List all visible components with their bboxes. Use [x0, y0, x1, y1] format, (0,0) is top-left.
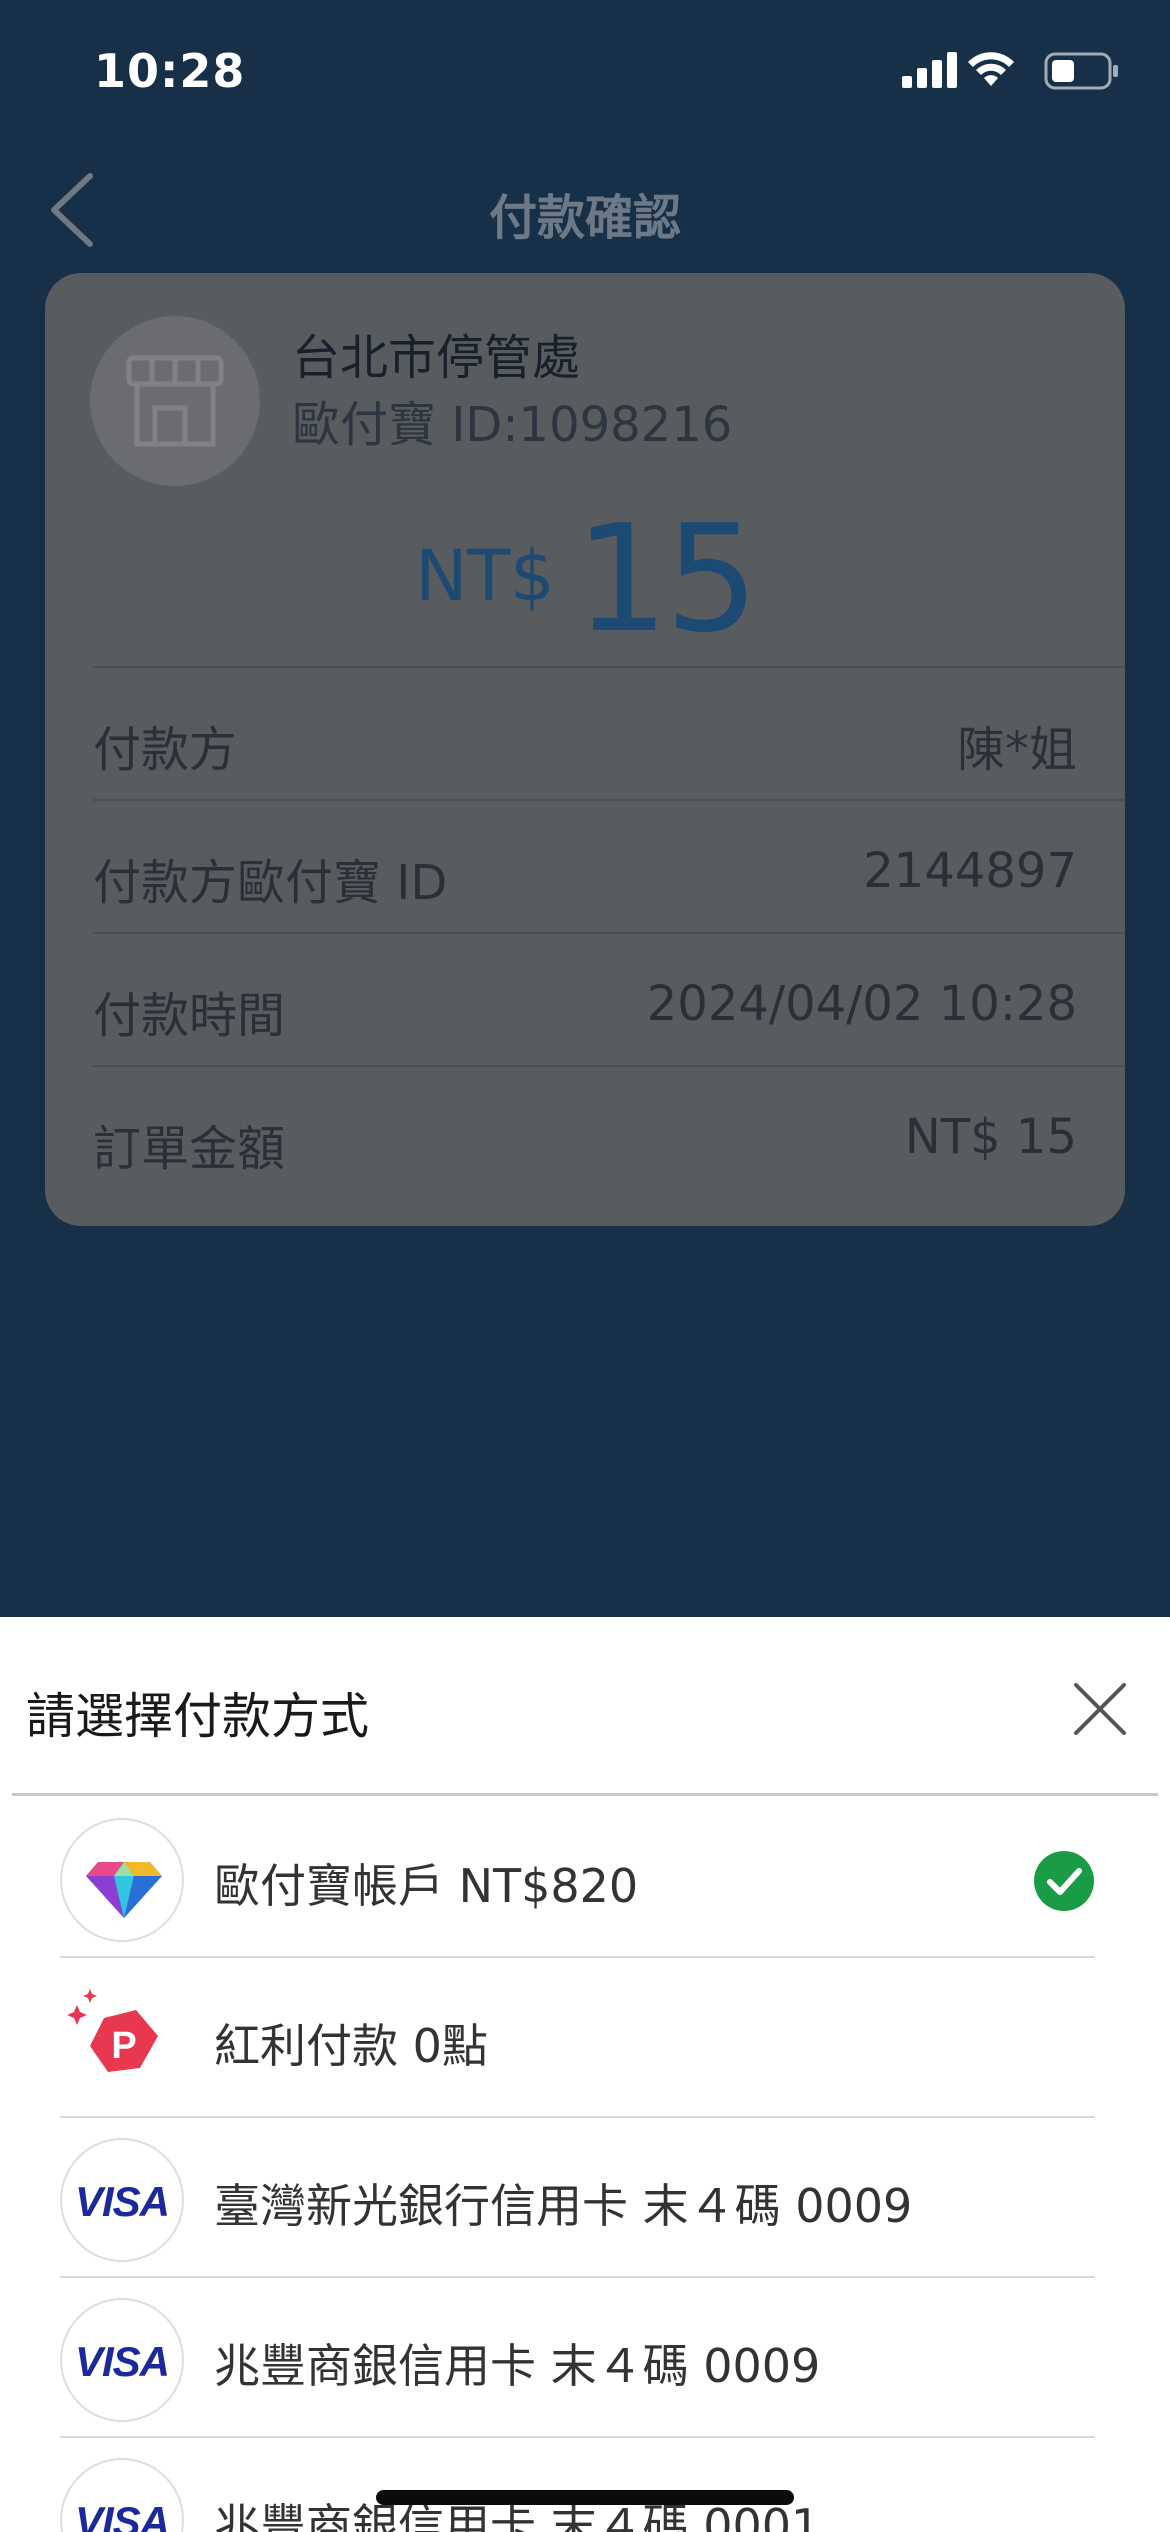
visa-icon: VISA — [60, 2458, 184, 2532]
divider — [12, 1793, 1158, 1796]
wifi-icon — [968, 52, 1014, 86]
visa-logo-text: VISA — [74, 2338, 170, 2385]
payment-method-sheet: 請選擇付款方式 歐付寶帳戶 NT$820 P 紅利付款 0點 VISA 臺灣新光… — [0, 1617, 1170, 2532]
detail-value: 陳*姐 — [956, 722, 1077, 778]
home-indicator[interactable] — [376, 2490, 794, 2505]
svg-text:P: P — [111, 2025, 136, 2067]
detail-row-payer-id: 付款方歐付寶 ID 2144897 — [93, 799, 1125, 932]
battery-icon — [1044, 52, 1118, 90]
selected-check-icon — [1034, 1851, 1094, 1911]
detail-label: 付款方 — [93, 722, 238, 778]
detail-label: 付款時間 — [93, 988, 286, 1044]
payment-method-card[interactable]: VISA 兆豐商銀信用卡 末４碼 0001 — [60, 2438, 1095, 2532]
amount-currency: NT$ — [415, 535, 555, 617]
merchant-id: 歐付寶 ID:1098216 — [292, 397, 733, 453]
visa-icon: VISA — [60, 2138, 184, 2262]
visa-icon: VISA — [60, 2298, 184, 2422]
payment-amount: NT$ 15 — [45, 493, 1125, 665]
payment-receipt-card: 台北市停管處 歐付寶 ID:1098216 NT$ 15 付款方 陳*姐 付款方歐… — [45, 273, 1125, 1226]
sheet-title: 請選擇付款方式 — [26, 1688, 370, 1745]
payment-method-account[interactable]: 歐付寶帳戶 NT$820 — [60, 1798, 1095, 1958]
detail-row-order-amount: 訂單金額 NT$ 15 — [93, 1065, 1125, 1198]
detail-list: 付款方 陳*姐 付款方歐付寶 ID 2144897 付款時間 2024/04/0… — [93, 666, 1125, 1198]
detail-label: 訂單金額 — [93, 1121, 286, 1177]
cellular-signal-icon — [902, 52, 957, 88]
status-time: 10:28 — [94, 44, 246, 98]
merchant-name: 台北市停管處 — [292, 330, 581, 386]
amount-value: 15 — [574, 493, 759, 665]
method-label: 臺灣新光銀行信用卡 末４碼 0009 — [214, 2179, 913, 2233]
payment-method-points[interactable]: P 紅利付款 0點 — [60, 1958, 1095, 2118]
page-title: 付款確認 — [488, 190, 681, 246]
nav-bar: 付款確認 — [0, 150, 1170, 260]
detail-value: 2024/04/02 10:28 — [646, 976, 1077, 1032]
points-icon: P — [60, 1978, 184, 2102]
status-bar: 10:28 — [0, 0, 1170, 150]
detail-value: 2144897 — [863, 843, 1077, 899]
detail-row-payment-time: 付款時間 2024/04/02 10:28 — [93, 932, 1125, 1065]
detail-label: 付款方歐付寶 ID — [93, 855, 448, 911]
visa-logo-text: VISA — [74, 2178, 170, 2225]
method-label: 歐付寶帳戶 NT$820 — [214, 1859, 639, 1913]
detail-row-payer: 付款方 陳*姐 — [93, 666, 1125, 799]
payment-method-card[interactable]: VISA 兆豐商銀信用卡 末４碼 0009 — [60, 2278, 1095, 2438]
close-icon[interactable] — [1070, 1679, 1130, 1739]
storefront-icon — [126, 355, 224, 447]
visa-logo-text: VISA — [74, 2498, 170, 2532]
detail-value: NT$ 15 — [904, 1109, 1077, 1165]
payment-method-list: 歐付寶帳戶 NT$820 P 紅利付款 0點 VISA 臺灣新光銀行信用卡 末４… — [60, 1798, 1095, 2532]
method-label: 紅利付款 0點 — [214, 2019, 488, 2073]
method-label: 兆豐商銀信用卡 末４碼 0009 — [214, 2339, 821, 2393]
payment-method-card[interactable]: VISA 臺灣新光銀行信用卡 末４碼 0009 — [60, 2118, 1095, 2278]
diamond-icon — [60, 1818, 184, 1942]
merchant-avatar — [90, 316, 260, 486]
